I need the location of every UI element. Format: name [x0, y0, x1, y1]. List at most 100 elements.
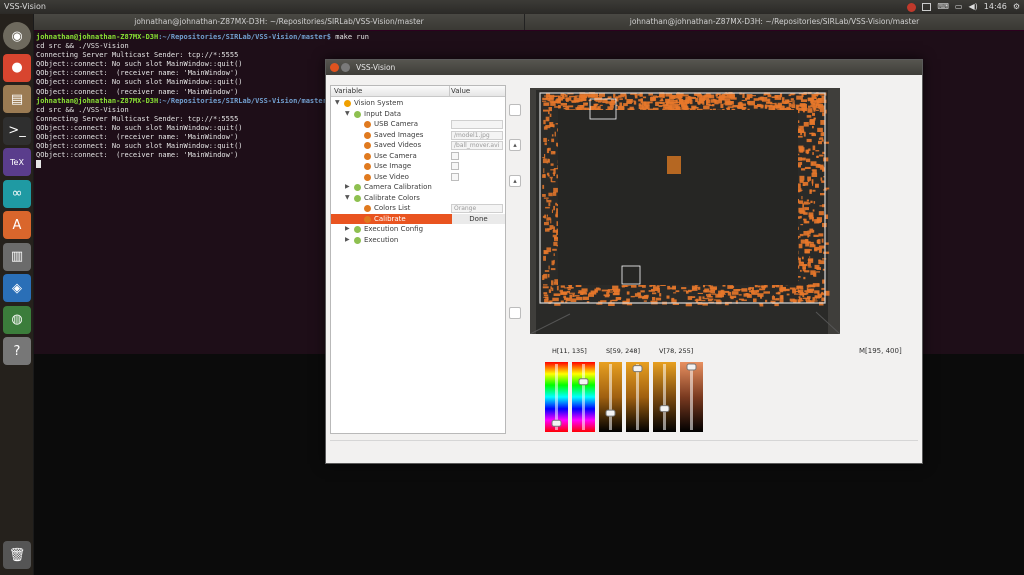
texmaker-icon[interactable]: TeX: [3, 148, 31, 176]
mask-pixel: [642, 96, 647, 99]
mask-pixel: [819, 154, 824, 157]
hsv-slider-v-min[interactable]: [653, 362, 676, 432]
mask-pixel: [812, 152, 814, 155]
tree-row[interactable]: Use Camera: [331, 151, 505, 162]
network-icon[interactable]: [922, 3, 932, 11]
mask-pixel: [550, 151, 556, 155]
side-button-4[interactable]: [509, 307, 521, 319]
mask-pixel: [613, 93, 616, 98]
close-icon[interactable]: [330, 63, 339, 72]
hsv-slider-h-max[interactable]: [572, 362, 595, 432]
tree-row-label: Execution: [364, 235, 399, 244]
terminal-tab-left[interactable]: johnathan@johnathan-Z87MX-D3H: ~/Reposit…: [34, 14, 524, 30]
checkbox[interactable]: [451, 162, 459, 170]
done-button[interactable]: Done: [452, 213, 505, 224]
side-button-3[interactable]: ▴: [509, 175, 521, 187]
mask-pixel: [757, 285, 761, 288]
mask-pixel: [737, 102, 743, 107]
hsv-slider-s-min[interactable]: [599, 362, 622, 432]
mask-pixel: [544, 142, 547, 146]
mask-pixel: [552, 248, 557, 251]
help-icon[interactable]: ?: [3, 337, 31, 365]
mask-pixel: [606, 289, 610, 292]
minimize-icon[interactable]: [341, 63, 350, 72]
gear-icon[interactable]: ⚙: [1013, 0, 1020, 14]
collapse-arrow-icon[interactable]: ▶: [345, 224, 350, 235]
volume-icon[interactable]: ◀): [968, 0, 977, 14]
tree-row[interactable]: ▼ Input Data: [331, 109, 505, 120]
checkbox[interactable]: [451, 151, 459, 160]
record-indicator-icon[interactable]: [907, 2, 917, 12]
tree-row[interactable]: Use Video: [331, 172, 505, 183]
expand-arrow-icon[interactable]: ▼: [335, 98, 340, 109]
hsv-slider-v-max[interactable]: [680, 362, 703, 432]
camera-view[interactable]: [530, 88, 840, 334]
slider-thumb[interactable]: [686, 363, 697, 371]
tree-row[interactable]: ▼ Vision System: [331, 98, 505, 109]
tree-row[interactable]: ▶ Execution: [331, 235, 505, 246]
mask-pixel: [542, 184, 545, 189]
mask-pixel: [618, 95, 625, 98]
system-monitor-icon[interactable]: ▥: [3, 242, 31, 271]
tree-row[interactable]: Calibrate Done: [331, 213, 505, 224]
side-button-2[interactable]: ▴: [509, 139, 521, 151]
mask-pixel: [546, 217, 551, 221]
tree-row[interactable]: ▶ Camera Calibration: [331, 182, 505, 193]
terminal-tab-right[interactable]: johnathan@johnathan-Z87MX-D3H: ~/Reposit…: [524, 14, 1024, 30]
mask-pixel: [549, 113, 552, 117]
tree-row-value[interactable]: /ball_mover.avi: [451, 141, 503, 150]
tree-row[interactable]: Colors List Orange: [331, 203, 505, 214]
chrome-icon[interactable]: ●: [3, 53, 31, 82]
hsv-slider-s-max[interactable]: [626, 362, 649, 432]
mask-pixel: [551, 134, 554, 137]
clock[interactable]: 14:46: [984, 0, 1007, 14]
collapse-arrow-icon[interactable]: ▶: [345, 182, 350, 193]
slider-thumb[interactable]: [551, 419, 562, 427]
software-center-icon[interactable]: A: [3, 211, 31, 239]
hsv-slider-h-min[interactable]: [545, 362, 568, 432]
mask-pixel: [807, 108, 813, 113]
tree-row[interactable]: Saved Videos/ball_mover.avi: [331, 140, 505, 151]
mask-pixel: [800, 224, 804, 226]
battery-icon[interactable]: ▭: [955, 0, 963, 14]
slider-thumb[interactable]: [632, 365, 643, 373]
mask-pixel: [718, 290, 726, 295]
vscode-icon[interactable]: ◈: [3, 274, 31, 302]
side-button-1[interactable]: [509, 104, 521, 116]
tree-row-value[interactable]: Orange: [451, 204, 503, 213]
checkbox[interactable]: [451, 172, 459, 181]
mask-pixel: [542, 215, 546, 218]
tree-row-label: Calibrate Colors: [364, 193, 420, 202]
column-value[interactable]: Value: [451, 87, 470, 95]
tree-row-value[interactable]: [451, 120, 503, 129]
tree-row[interactable]: USB Camera: [331, 119, 505, 130]
mask-pixel: [682, 107, 689, 110]
mask-pixel: [548, 289, 552, 293]
slider-thumb[interactable]: [659, 405, 670, 413]
collapse-arrow-icon[interactable]: ▶: [345, 235, 350, 246]
column-variable[interactable]: Variable: [334, 87, 362, 95]
tree-row[interactable]: Use Image: [331, 161, 505, 172]
mask-pixel: [701, 300, 706, 302]
slider-thumb[interactable]: [605, 409, 616, 417]
mask-pixel: [808, 148, 811, 151]
mask-pixel: [813, 94, 818, 97]
expand-arrow-icon[interactable]: ▼: [345, 109, 350, 120]
arduino-icon[interactable]: ∞: [3, 179, 31, 208]
files-icon[interactable]: ▤: [3, 85, 31, 113]
network-icon[interactable]: ◍: [3, 305, 31, 334]
dash-icon[interactable]: ◉: [3, 22, 31, 50]
trash-icon[interactable]: 🗑: [3, 541, 31, 569]
slider-thumb[interactable]: [578, 378, 589, 386]
mask-pixel: [789, 298, 795, 302]
terminal-icon[interactable]: >_: [3, 116, 31, 145]
tree-row-value[interactable]: /model1.jpg: [451, 130, 503, 140]
tree-row[interactable]: ▼ Calibrate Colors: [331, 193, 505, 204]
keyboard-icon[interactable]: ⌨: [937, 0, 949, 14]
mask-pixel: [545, 228, 550, 232]
tree-row[interactable]: ▶ Execution Config: [331, 224, 505, 235]
mask-pixel: [650, 97, 657, 101]
tree-row[interactable]: Saved Images/model1.jpg: [331, 130, 505, 141]
node-icon: [354, 184, 361, 191]
expand-arrow-icon[interactable]: ▼: [345, 193, 350, 204]
